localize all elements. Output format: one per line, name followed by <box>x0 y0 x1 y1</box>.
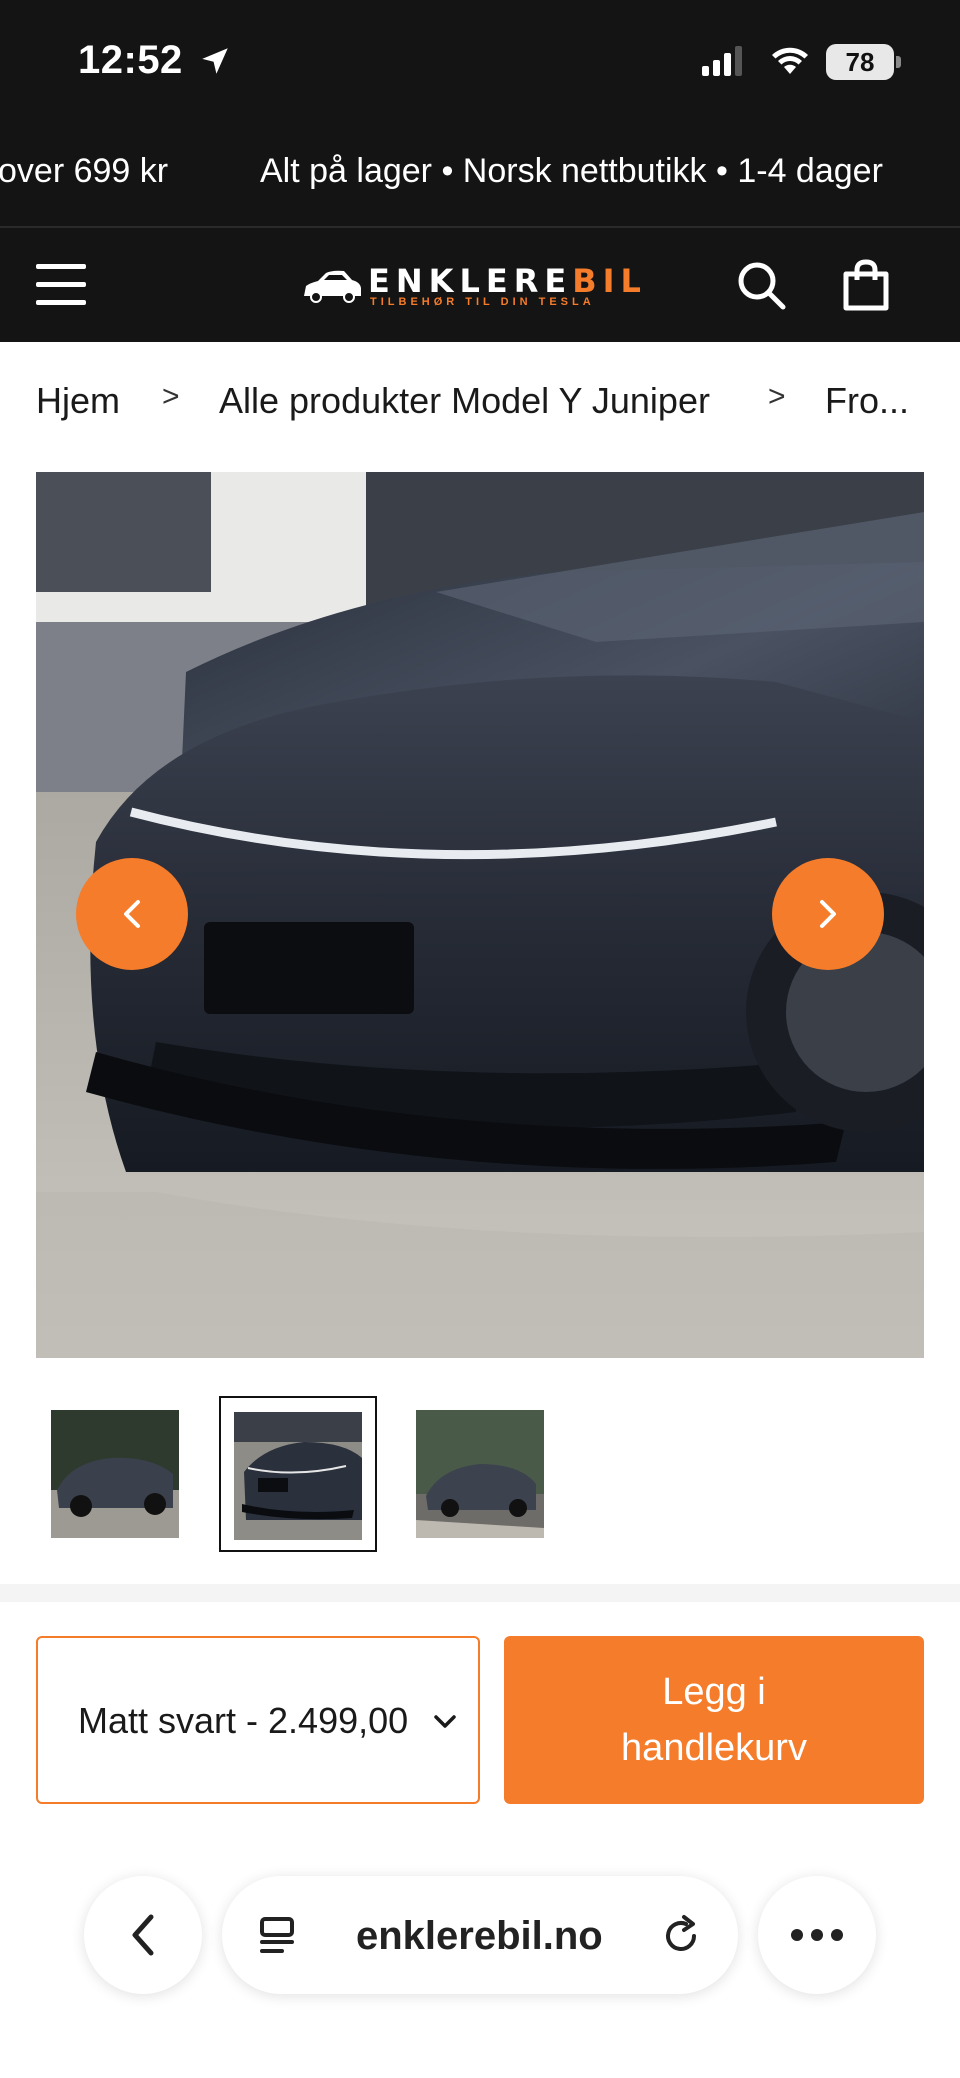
battery-indicator: 78 <box>826 44 894 80</box>
thumbnail-image <box>51 1410 179 1538</box>
address-bar[interactable]: enklerebil.no <box>222 1876 738 1994</box>
add-to-cart-label-line1: Legg i <box>662 1671 766 1713</box>
location-arrow-icon <box>202 48 228 74</box>
announcement-ticker: over 699 kr Alt på lager • Norsk nettbut… <box>0 116 960 228</box>
chevron-down-icon <box>434 1715 456 1728</box>
ticker-item: Alt på lager • Norsk nettbutikk • 1-4 da… <box>260 152 883 190</box>
ellipsis-icon <box>791 1929 843 1941</box>
reader-mode-icon[interactable] <box>258 1916 298 1956</box>
site-header: ENKLEREBIL TILBEHØR TIL DIN TESLA <box>0 228 960 342</box>
url-text: enklerebil.no <box>356 1914 603 1958</box>
breadcrumb-separator: > <box>162 380 180 413</box>
car-logo-icon <box>304 270 361 303</box>
wifi-icon <box>772 47 808 74</box>
browser-back-button[interactable] <box>84 1876 202 1994</box>
site-logo[interactable]: ENKLEREBIL TILBEHØR TIL DIN TESLA <box>300 262 660 310</box>
search-icon[interactable] <box>734 258 788 312</box>
status-bar: 12:52 78 <box>0 0 960 116</box>
battery-cap <box>896 56 901 68</box>
add-to-cart-label-line2: handlekurv <box>621 1727 807 1769</box>
breadcrumb-home[interactable]: Hjem <box>36 380 120 422</box>
variant-selected-value: Matt svart - 2.499,00 <box>78 1700 409 1741</box>
gallery-next-button[interactable] <box>772 858 884 970</box>
menu-button[interactable] <box>36 264 88 306</box>
gallery-prev-button[interactable] <box>76 858 188 970</box>
logo-wordmark: ENKLEREBIL <box>368 262 647 300</box>
logo-tagline: TILBEHØR TIL DIN TESLA <box>370 296 595 308</box>
chevron-left-icon <box>124 900 140 928</box>
breadcrumb-current: Fro... <box>825 380 910 421</box>
section-divider <box>0 1584 960 1602</box>
thumbnail-image <box>416 1410 544 1538</box>
thumbnail-strip <box>36 1396 924 1552</box>
hamburger-icon-line <box>36 282 86 287</box>
logo-word-main: ENKLERE <box>368 262 573 300</box>
thumbnail-2-selected[interactable] <box>219 1396 377 1552</box>
breadcrumb-separator: > <box>768 380 786 413</box>
shopping-bag-icon[interactable] <box>840 258 892 312</box>
cellular-signal-icon <box>702 46 742 76</box>
variant-select[interactable]: Matt svart - 2.499,00 <box>36 1636 480 1804</box>
breadcrumb-collection[interactable]: Alle produkter Model Y Juniper <box>219 380 710 422</box>
hamburger-icon-line <box>36 300 86 305</box>
product-image-gallery[interactable] <box>36 472 924 1358</box>
thumbnail-1[interactable] <box>51 1410 179 1538</box>
browser-toolbar: enklerebil.no <box>0 1840 960 2078</box>
browser-more-button[interactable] <box>758 1876 876 1994</box>
logo-word-accent: BIL <box>572 262 647 300</box>
status-time: 12:52 <box>78 38 183 82</box>
hamburger-icon <box>36 264 86 269</box>
add-to-cart-button[interactable]: Legg i handlekurv <box>504 1636 924 1804</box>
ticker-item: over 699 kr <box>0 152 169 190</box>
thumbnail-3[interactable] <box>416 1410 544 1538</box>
chevron-right-icon <box>820 900 836 928</box>
thumbnail-image <box>234 1412 362 1540</box>
chevron-left-icon <box>132 1914 154 1956</box>
reload-icon[interactable] <box>660 1914 704 1958</box>
